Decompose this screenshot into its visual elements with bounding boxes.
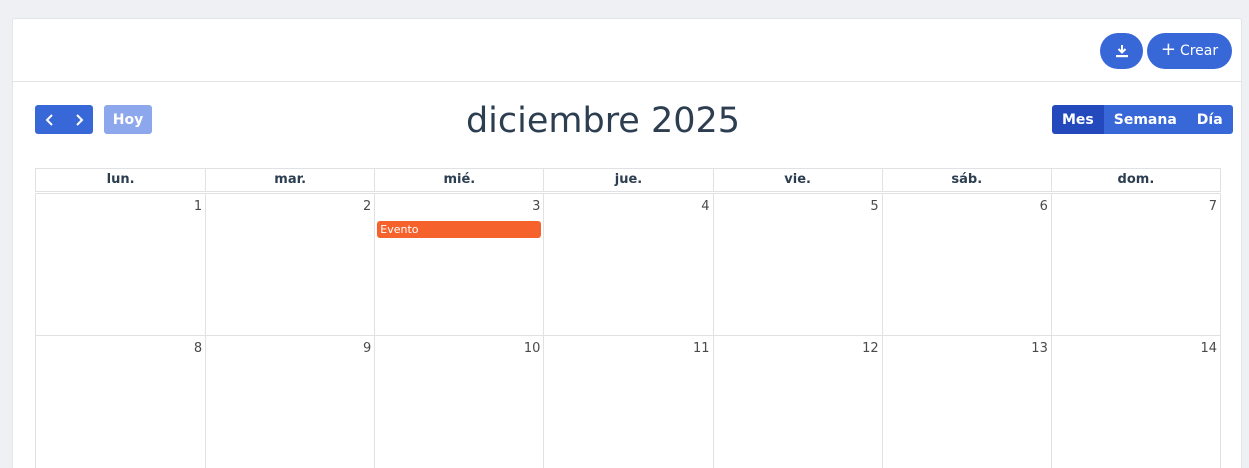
day-cell[interactable]: 14: [1050, 336, 1220, 468]
day-cell[interactable]: 9: [205, 336, 374, 468]
view-switcher: Mes Semana Día: [1052, 105, 1233, 134]
download-icon: [1115, 45, 1128, 58]
day-cell[interactable]: 11: [543, 336, 712, 468]
day-number[interactable]: 9: [363, 341, 371, 356]
weekday-header-cell: vie.: [712, 169, 882, 191]
day-number[interactable]: 3: [532, 199, 540, 214]
day-cell[interactable]: 10: [374, 336, 543, 468]
create-button[interactable]: + Crear: [1147, 33, 1232, 69]
day-number[interactable]: 7: [1209, 199, 1217, 214]
chevron-right-icon: [75, 113, 83, 126]
calendar-event[interactable]: Evento: [377, 221, 542, 238]
day-number[interactable]: 1: [194, 199, 202, 214]
weekday-header-cell: mar.: [205, 169, 374, 191]
day-cell[interactable]: 4: [543, 194, 712, 335]
weekday-header-cell: sáb.: [881, 169, 1051, 191]
day-cell[interactable]: 8: [36, 336, 205, 468]
day-number[interactable]: 14: [1200, 341, 1217, 356]
nav-buttons: [35, 105, 93, 134]
day-cell[interactable]: 3 Evento: [374, 194, 543, 335]
weekday-header-cell: mié.: [374, 169, 543, 191]
view-day-button[interactable]: Día: [1186, 105, 1233, 134]
calendar-card: + Crear Hoy diciembre 2025 Mes Semana Dí…: [12, 18, 1242, 468]
weekday-header-cell: lun.: [106, 172, 135, 187]
day-cell[interactable]: 7: [1050, 194, 1220, 335]
today-button[interactable]: Hoy: [104, 105, 152, 134]
day-number[interactable]: 8: [194, 341, 202, 356]
week-row: 1 2 3 Evento 4 5 6 7: [35, 193, 1221, 336]
view-month-button[interactable]: Mes: [1052, 105, 1104, 134]
day-number[interactable]: 2: [363, 199, 371, 214]
day-number[interactable]: 4: [701, 199, 709, 214]
calendar-title: diciembre 2025: [465, 101, 741, 141]
day-cell[interactable]: 13: [881, 336, 1051, 468]
day-number[interactable]: 6: [1040, 199, 1048, 214]
day-number[interactable]: 10: [524, 341, 541, 356]
day-cell[interactable]: 5: [712, 194, 882, 335]
day-cell[interactable]: 1: [36, 194, 205, 335]
day-cell[interactable]: 6: [881, 194, 1051, 335]
view-week-button[interactable]: Semana: [1103, 105, 1187, 134]
month-grid: lun. mar. mié. jue. vie. sáb. dom. 1 2 3…: [35, 168, 1221, 468]
day-cell[interactable]: 2: [205, 194, 374, 335]
create-label: Crear: [1179, 43, 1219, 59]
day-number[interactable]: 12: [862, 341, 879, 356]
download-button[interactable]: [1100, 33, 1143, 69]
plus-icon: +: [1160, 39, 1176, 60]
chevron-left-icon: [45, 113, 53, 126]
day-number[interactable]: 5: [870, 199, 878, 214]
weekday-header-cell: jue.: [543, 169, 712, 191]
day-cell[interactable]: 12: [712, 336, 882, 468]
week-row: 8 9 10 11 12 13 14: [35, 336, 1221, 468]
weekday-header-cell: dom.: [1050, 169, 1220, 191]
prev-button[interactable]: [35, 105, 64, 134]
top-toolbar: + Crear: [13, 19, 1241, 82]
next-button[interactable]: [64, 105, 93, 134]
day-number[interactable]: 13: [1031, 341, 1048, 356]
day-number[interactable]: 11: [693, 341, 710, 356]
weekday-header: lun. mar. mié. jue. vie. sáb. dom.: [35, 168, 1221, 192]
